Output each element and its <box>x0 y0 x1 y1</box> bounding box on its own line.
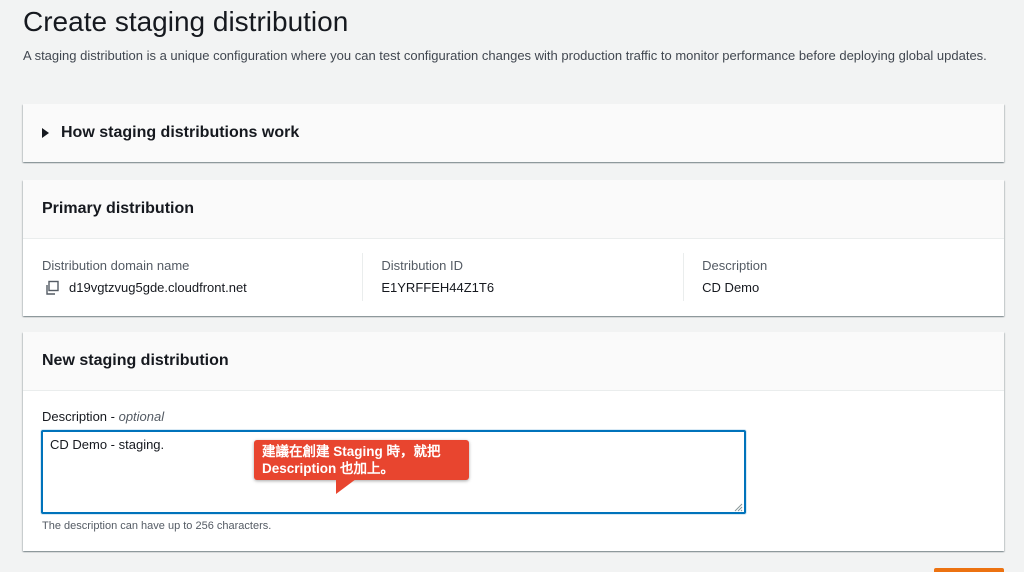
description-label: Description <box>702 258 768 273</box>
primary-distribution-panel: Primary distribution Distribution domain… <box>23 180 1004 316</box>
annotation-line-1: 建議在創建 Staging 時，就把 <box>262 444 441 459</box>
annotation-callout: 建議在創建 Staging 時，就把 Description 也加上。 <box>254 440 469 480</box>
domain-name-label: Distribution domain name <box>42 258 190 273</box>
distribution-id-label: Distribution ID <box>381 258 463 273</box>
primary-distribution-title: Primary distribution <box>42 200 195 217</box>
new-staging-title: New staging distribution <box>42 352 229 369</box>
page-description: A staging distribution is a unique confi… <box>23 48 987 63</box>
primary-distribution-header: Primary distribution <box>23 180 1004 239</box>
annotation-callout-tail <box>336 479 356 494</box>
staging-description-label: Description - optional <box>42 409 165 424</box>
optional-tag: optional <box>118 409 165 424</box>
how-it-works-title: How staging distributions work <box>61 124 300 141</box>
domain-name-column: Distribution domain name d19vgtzvug5gde.… <box>42 253 362 301</box>
distribution-id-value: E1YRFFEH44Z1T6 <box>381 280 495 295</box>
domain-name-value: d19vgtzvug5gde.cloudfront.net <box>42 279 352 297</box>
annotation-line-2: Description 也加上。 <box>262 461 395 476</box>
copy-icon[interactable] <box>44 280 60 296</box>
how-it-works-toggle[interactable]: How staging distributions work <box>23 104 1004 162</box>
resize-grip-icon[interactable] <box>733 502 743 512</box>
page: Create staging distribution A staging di… <box>0 0 1024 572</box>
description-column: Description CD Demo <box>683 253 1004 301</box>
primary-action-button-edge[interactable] <box>934 568 1004 572</box>
staging-description-label-text: Description <box>42 409 108 424</box>
distribution-id-column: Distribution ID E1YRFFEH44Z1T6 <box>362 253 683 301</box>
caret-right-icon <box>42 128 49 138</box>
domain-name-text: d19vgtzvug5gde.cloudfront.net <box>69 280 247 295</box>
staging-description-hint: The description can have up to 256 chara… <box>42 520 272 532</box>
primary-distribution-details: Distribution domain name d19vgtzvug5gde.… <box>23 239 1004 301</box>
new-staging-panel: New staging distribution Description - o… <box>23 332 1004 551</box>
page-title: Create staging distribution <box>23 6 349 37</box>
how-it-works-panel: How staging distributions work <box>23 104 1004 162</box>
description-value: CD Demo <box>702 280 760 295</box>
new-staging-header: New staging distribution <box>23 332 1004 391</box>
